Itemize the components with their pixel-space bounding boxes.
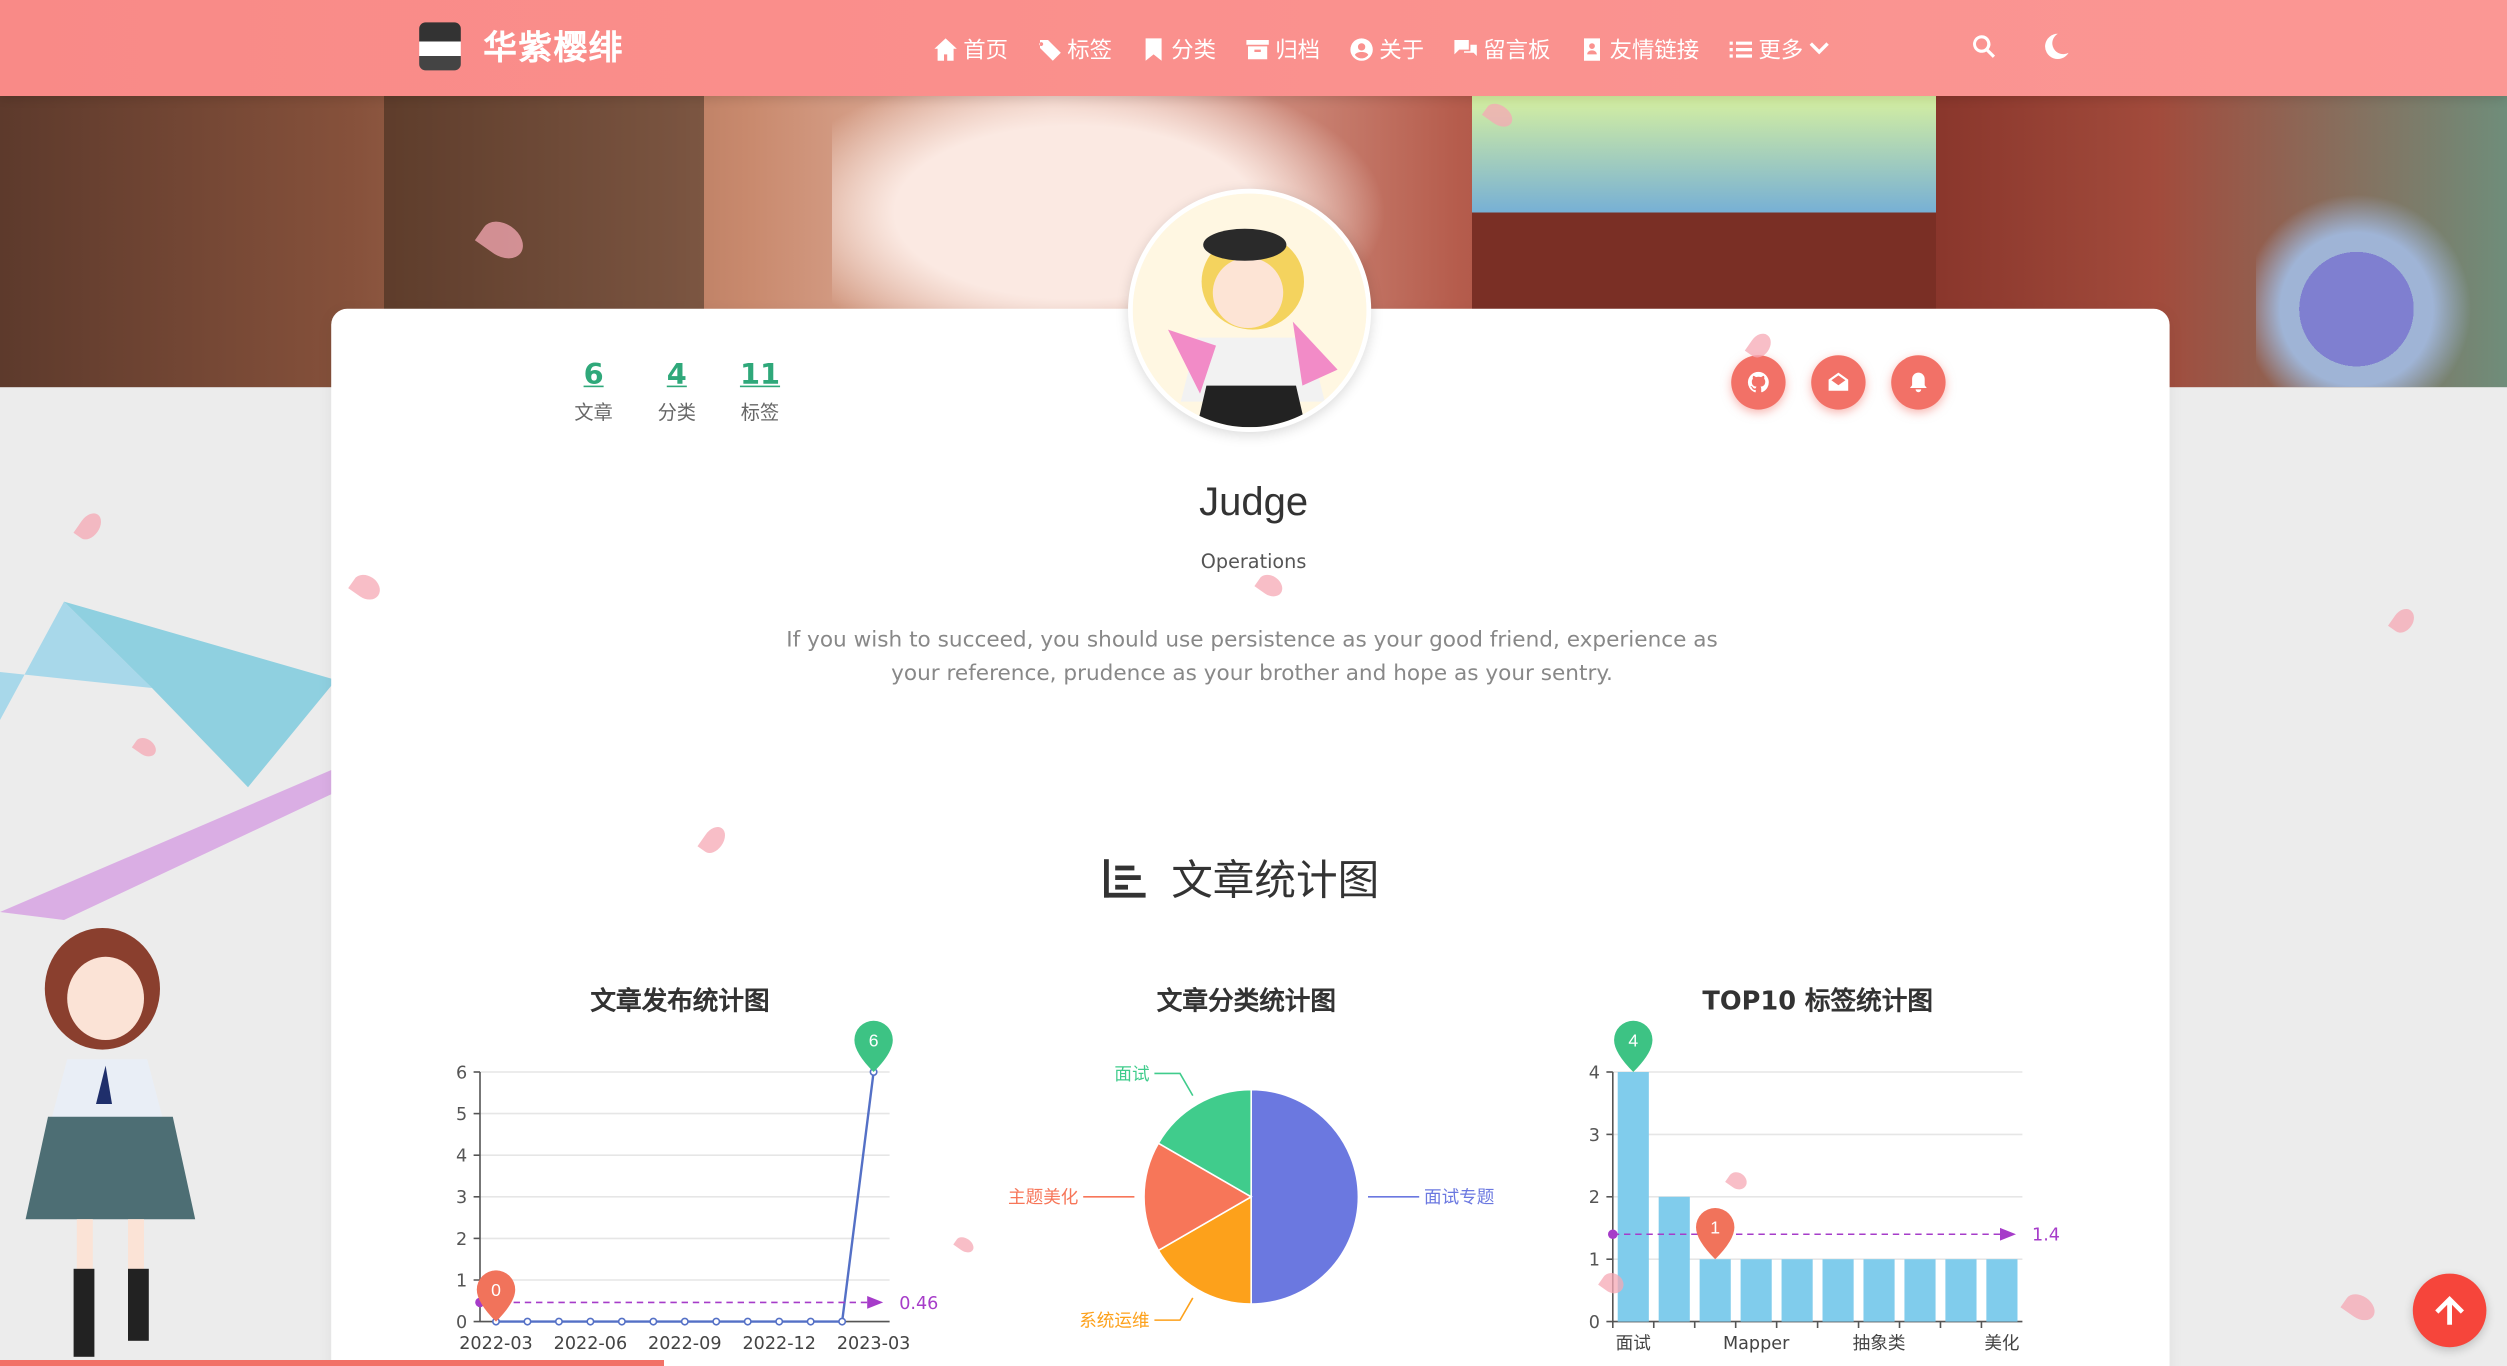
- nav-about[interactable]: 关于: [1349, 34, 1424, 66]
- pie-slice: [1250, 1088, 1360, 1305]
- line-chart-average-arrow: [867, 1296, 884, 1309]
- bar-chart-x-tick: Mapper: [1723, 1334, 1790, 1354]
- nav-guestbook-label: 留言板: [1483, 38, 1551, 64]
- line-chart-y-tick: 6: [456, 1063, 467, 1083]
- nav-home[interactable]: 首页: [933, 34, 1008, 66]
- nav-archives-label: 归档: [1275, 38, 1320, 64]
- line-chart-point: [523, 1317, 532, 1326]
- pie-slice-label: 面试专题: [1424, 1188, 1494, 1208]
- line-chart-y-tick: 4: [456, 1147, 467, 1167]
- bar-chart-average-arrow: [2000, 1227, 2016, 1241]
- nav-more[interactable]: 更多: [1728, 34, 1837, 66]
- line-chart-point: [838, 1317, 847, 1326]
- line-chart-max-marker-label: 6: [869, 1030, 879, 1050]
- nav-friend-links[interactable]: 友情链接: [1579, 34, 1699, 66]
- line-chart-x-tick: 2022-09: [648, 1334, 722, 1354]
- line-chart-y-tick: 0: [456, 1313, 467, 1333]
- main-nav: 首页 标签 分类 归档 关于 留言板 友情链接 更多: [933, 32, 1866, 67]
- bar-chart-bar: [1945, 1259, 1977, 1322]
- bar-chart-average-label: 1.4: [2032, 1226, 2060, 1246]
- list-icon: [1729, 41, 1752, 58]
- bar-chart-bar: [1822, 1259, 1854, 1322]
- line-chart-y-tick: 5: [456, 1105, 467, 1125]
- nav-tools: [1971, 32, 2070, 61]
- pie-label-line: [1154, 1297, 1194, 1321]
- bar-chart-bar: [1740, 1259, 1772, 1322]
- line-chart-point: [617, 1317, 626, 1326]
- bar-chart-y-tick: 2: [1589, 1188, 1600, 1208]
- line-chart-point: [775, 1317, 784, 1326]
- bar-chart-bar: [1699, 1259, 1731, 1322]
- line-chart-point: [649, 1317, 658, 1326]
- arrow-up-icon: [2435, 1296, 2464, 1325]
- pie-slice-label: 面试: [1114, 1065, 1149, 1085]
- line-chart-x-tick: 2022-06: [554, 1334, 628, 1354]
- line-chart-average-label: 0.46: [899, 1294, 938, 1314]
- bookmark-icon: [1145, 38, 1162, 61]
- bar-chart-min-marker-label: 1: [1710, 1218, 1720, 1238]
- bar-chart-bar: [1863, 1259, 1895, 1322]
- chevron-down-icon: [1809, 42, 1829, 55]
- bar-chart-average-dot: [1608, 1229, 1618, 1240]
- line-chart-x-tick: 2022-03: [459, 1334, 533, 1354]
- nav-about-label: 关于: [1379, 38, 1424, 64]
- line-chart-point: [712, 1317, 721, 1326]
- address-book-icon: [1584, 38, 1600, 61]
- nav-guestbook[interactable]: 留言板: [1453, 34, 1551, 66]
- search-icon[interactable]: [1971, 34, 1997, 60]
- moon-icon[interactable]: [2042, 32, 2071, 61]
- site-logo: [419, 22, 461, 71]
- bar-chart-x-tick: 抽象类: [1853, 1334, 1906, 1354]
- reading-progress-bar: [0, 1360, 664, 1366]
- line-chart-min-marker-label: 0: [491, 1280, 501, 1300]
- bar-chart-x-tick: 美化: [1984, 1334, 2019, 1354]
- nav-tags[interactable]: 标签: [1037, 34, 1112, 66]
- bar-chart-bar: [1904, 1259, 1936, 1322]
- line-chart-x-tick: 2022-12: [742, 1334, 816, 1354]
- line-chart-point: [554, 1317, 563, 1326]
- line-chart-point: [680, 1317, 689, 1326]
- site-title[interactable]: 华紫樱绯: [483, 22, 624, 70]
- line-chart-y-tick: 2: [456, 1230, 467, 1250]
- line-chart-point: [586, 1317, 595, 1326]
- nav-home-label: 首页: [963, 38, 1008, 64]
- brand[interactable]: 华紫樱绯: [419, 22, 624, 71]
- bar-chart-y-tick: 0: [1589, 1313, 1600, 1333]
- line-chart-y-tick: 3: [456, 1188, 467, 1208]
- bar-chart-bar: [1986, 1259, 2018, 1322]
- pie-label-line: [1154, 1072, 1194, 1097]
- bar-chart-y-tick: 1: [1589, 1251, 1600, 1271]
- pie-slice-label: 系统运维: [1079, 1312, 1149, 1332]
- nav-more-label: 更多: [1758, 38, 1804, 64]
- line-chart-y-tick: 1: [456, 1271, 467, 1291]
- archive-icon: [1246, 40, 1269, 60]
- bar-chart-bar: [1781, 1259, 1813, 1322]
- user-circle-icon: [1350, 38, 1373, 61]
- line-chart-point: [806, 1317, 815, 1326]
- bar-chart-y-tick: 4: [1589, 1063, 1600, 1083]
- bar-chart-y-tick: 3: [1589, 1126, 1600, 1146]
- avatar[interactable]: [1128, 188, 1372, 432]
- bar-chart-bar: [1658, 1196, 1690, 1322]
- bar-chart-max-marker-label: 4: [1628, 1030, 1638, 1050]
- bar-chart-x-tick: 面试: [1616, 1334, 1651, 1354]
- nav-archives[interactable]: 归档: [1245, 34, 1320, 66]
- line-chart-x-tick: 2023-03: [837, 1334, 911, 1354]
- nav-friend-links-label: 友情链接: [1609, 38, 1700, 64]
- pie-slice-label: 主题美化: [1008, 1188, 1078, 1208]
- nav-tags-label: 标签: [1067, 38, 1112, 64]
- home-icon: [934, 38, 957, 61]
- tags-icon: [1038, 40, 1061, 61]
- page-root: 华紫樱绯 首页 标签 分类 归档 关于 留言板 友情链接 更多 6 文章 4 分…: [0, 0, 2507, 1366]
- comments-icon: [1454, 40, 1477, 56]
- top-navbar: 华紫樱绯 首页 标签 分类 归档 关于 留言板 友情链接 更多: [0, 0, 2507, 96]
- nav-categories-label: 分类: [1171, 38, 1216, 64]
- line-chart-point: [743, 1317, 752, 1326]
- back-to-top-button[interactable]: [2412, 1273, 2487, 1348]
- nav-categories[interactable]: 分类: [1141, 34, 1216, 66]
